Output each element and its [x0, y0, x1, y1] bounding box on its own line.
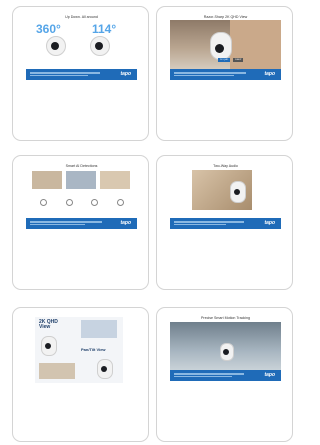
headline-2k: 2K QHD View	[39, 319, 58, 330]
baby-cry-icon	[116, 199, 124, 206]
room-photo: 2K QHD 1080P	[170, 20, 281, 71]
banner-footer: tapo	[170, 69, 281, 80]
lens-icon-2	[95, 42, 103, 50]
pan-degree: 360°	[36, 22, 61, 36]
tilt-degree: 114°	[92, 22, 117, 36]
banner-footer: tapo	[170, 218, 281, 229]
person-icon	[40, 199, 47, 206]
badge-2k: 2K QHD	[218, 58, 231, 62]
card-title-6: Precise Smart Motion Tracking	[201, 316, 250, 320]
card-title-3: Smart AI Detections	[65, 164, 98, 168]
banner-footer: tapo	[26, 218, 137, 229]
footer-text	[30, 71, 106, 76]
product-image-4: Two-Way Audio tapo	[170, 163, 281, 229]
lens-icon	[215, 44, 224, 53]
badge-1080p: 1080P	[233, 58, 244, 62]
product-card-6[interactable]: Precise Smart Motion Tracking tapo	[156, 307, 293, 442]
tapo-logo: tapo	[264, 220, 275, 226]
product-card-2[interactable]: Razor-Sharp 2K QHD View 2K QHD 1080P tap…	[156, 6, 293, 141]
card-title-1: Up Down. All around	[65, 15, 98, 19]
detection-photo-2	[66, 171, 96, 189]
product-image-3: Smart AI Detections tapo	[26, 163, 137, 229]
footer-text	[174, 71, 250, 76]
card-title-4: Two-Way Audio	[213, 164, 238, 168]
footer-text	[174, 372, 250, 377]
detection-photo-3	[100, 171, 130, 189]
baby-photo	[81, 320, 117, 338]
product-card-3[interactable]: Smart AI Detections tapo	[12, 155, 149, 290]
banner-footer: tapo	[170, 370, 281, 381]
lens-icon	[234, 189, 240, 195]
banner-footer: tapo	[26, 69, 137, 80]
tapo-logo: tapo	[264, 372, 275, 378]
lens-icon	[223, 349, 229, 355]
detection-icons-row	[40, 199, 124, 206]
detection-photo-1	[32, 171, 62, 189]
product-image-2: Razor-Sharp 2K QHD View 2K QHD 1080P tap…	[170, 14, 281, 80]
product-image-1: Up Down. All around 360° 114° tapo	[26, 14, 137, 80]
vehicle-icon	[91, 199, 99, 206]
footer-text	[30, 220, 106, 225]
product-image-6: Precise Smart Motion Tracking tapo	[170, 315, 281, 381]
product-card-1[interactable]: Up Down. All around 360° 114° tapo	[12, 6, 149, 141]
footer-text	[174, 220, 250, 225]
lens-icon-2	[101, 366, 107, 372]
room-photo	[39, 363, 75, 379]
tapo-logo: tapo	[264, 71, 275, 77]
tapo-logo: tapo	[120, 220, 131, 226]
product-card-4[interactable]: Two-Way Audio tapo	[156, 155, 293, 290]
lens-icon	[45, 343, 51, 349]
tapo-logo: tapo	[120, 71, 131, 77]
pet-icon	[65, 199, 73, 206]
card-title-2: Razor-Sharp 2K QHD View	[203, 15, 248, 19]
lens-icon	[51, 42, 59, 50]
headline-pan-tilt: Pan/Tilt View	[81, 347, 106, 352]
product-image-5: 2K QHD View Pan/Tilt View	[35, 317, 123, 383]
product-card-5[interactable]: 2K QHD View Pan/Tilt View	[12, 307, 149, 442]
